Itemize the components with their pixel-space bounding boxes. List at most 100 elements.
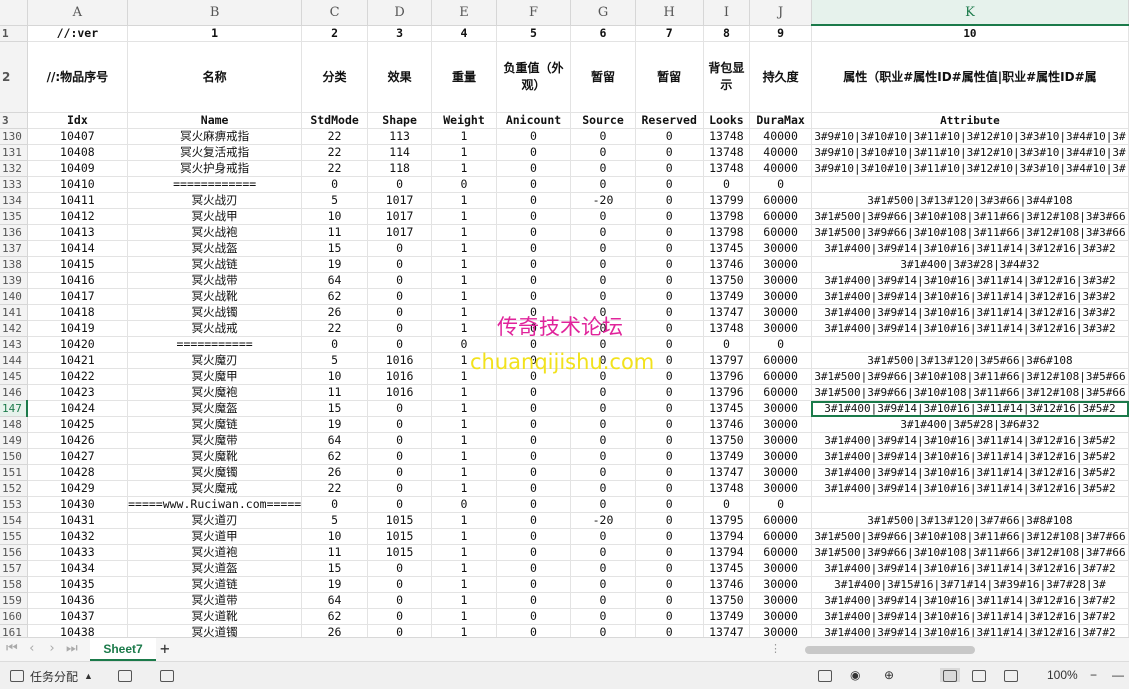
cell-g[interactable]: 0 [570, 240, 636, 257]
table-view-icon[interactable] [818, 668, 832, 682]
cell-e[interactable]: 0 [431, 176, 497, 193]
cell-f[interactable]: 0 [496, 144, 572, 161]
cell-h[interactable]: 0 [635, 144, 704, 161]
cell-d[interactable]: 0 [367, 304, 433, 321]
cell-g[interactable]: 0 [570, 544, 636, 561]
cell-k[interactable]: 3#1#500|3#9#66|3#10#108|3#11#66|3#12#108… [811, 368, 1129, 385]
cell-i[interactable]: 13750 [703, 272, 751, 289]
cell-d[interactable]: 114 [367, 144, 433, 161]
cell-f[interactable]: 0 [496, 256, 572, 273]
cell-a[interactable]: 10413 [27, 224, 129, 241]
first-sheet-icon[interactable]: ⏮ [6, 641, 18, 656]
cell-h[interactable]: 0 [635, 240, 704, 257]
cell-i[interactable]: 13794 [703, 544, 751, 561]
cell-b[interactable]: 冥火战甲 [127, 208, 303, 225]
cell-a[interactable]: 10437 [27, 608, 129, 625]
cell-c[interactable]: 64 [301, 432, 368, 449]
cell-h[interactable]: 0 [635, 384, 704, 401]
cell-g[interactable]: 0 [570, 528, 636, 545]
cell-h[interactable]: 0 [635, 304, 704, 321]
cell-f[interactable]: 0 [496, 240, 572, 257]
cell-c[interactable]: 22 [301, 480, 368, 497]
cell-b[interactable]: Name [127, 112, 303, 129]
cell-e[interactable]: 0 [431, 336, 497, 353]
cell-k[interactable]: 3#1#400|3#9#14|3#10#16|3#11#14|3#12#16|3… [811, 288, 1129, 305]
normal-view-icon[interactable] [940, 668, 960, 682]
cell-e[interactable]: 1 [431, 352, 497, 369]
cell-i[interactable]: 13748 [703, 320, 751, 337]
cell-j[interactable]: 30000 [749, 400, 812, 417]
cell-k[interactable]: 3#9#10|3#10#10|3#11#10|3#12#10|3#3#10|3#… [811, 128, 1129, 145]
row-header[interactable]: 2 [0, 41, 28, 113]
cell-i[interactable]: 0 [703, 336, 751, 353]
cell-b[interactable]: 冥火道刃 [127, 512, 303, 529]
cell-k[interactable]: 3#1#400|3#9#14|3#10#16|3#11#14|3#12#16|3… [811, 304, 1129, 321]
cell-e[interactable]: 1 [431, 208, 497, 225]
cell-h[interactable]: 0 [635, 336, 704, 353]
cell-a[interactable]: 10422 [27, 368, 129, 385]
cell-d[interactable]: 0 [367, 624, 433, 637]
cell-c[interactable]: 11 [301, 224, 368, 241]
cell-d[interactable]: 118 [367, 160, 433, 177]
row-header[interactable]: 140 [0, 288, 28, 305]
cell-k[interactable]: 3#1#400|3#9#14|3#10#16|3#11#14|3#12#16|3… [811, 592, 1129, 609]
horizontal-scrollbar[interactable] [805, 646, 975, 654]
cell-j[interactable]: 30000 [749, 608, 812, 625]
cell-f[interactable]: 0 [496, 304, 572, 321]
cell-e[interactable]: 1 [431, 448, 497, 465]
cell-e[interactable]: 0 [431, 496, 497, 513]
cell-j[interactable]: 60000 [749, 368, 812, 385]
cell-f[interactable]: 0 [496, 528, 572, 545]
cell-i[interactable]: 13798 [703, 208, 751, 225]
cell-e[interactable]: 1 [431, 240, 497, 257]
cell-i[interactable]: 13748 [703, 144, 751, 161]
cell-k[interactable]: 3#1#400|3#5#28|3#6#32 [811, 416, 1129, 433]
cell-j[interactable]: 40000 [749, 160, 812, 177]
cell-g[interactable]: 0 [570, 608, 636, 625]
cell-b[interactable]: 冥火魔袍 [127, 384, 303, 401]
zoom-slider[interactable]: — [1112, 668, 1124, 682]
cell-j[interactable]: 30000 [749, 464, 812, 481]
cell-c[interactable]: StdMode [301, 112, 368, 129]
row-header[interactable]: 158 [0, 576, 28, 593]
cell-k[interactable] [811, 336, 1129, 353]
cell-d[interactable]: 0 [367, 416, 433, 433]
cell-i[interactable]: 背包显示 [703, 41, 751, 113]
cell-a[interactable]: 10412 [27, 208, 129, 225]
cell-e[interactable]: 1 [431, 128, 497, 145]
sheet-tab-active[interactable]: Sheet7 [90, 638, 156, 661]
row-header[interactable]: 153 [0, 496, 28, 513]
row-header[interactable]: 159 [0, 592, 28, 609]
cell-i[interactable]: 13797 [703, 352, 751, 369]
row-header[interactable]: 156 [0, 544, 28, 561]
row-header[interactable]: 155 [0, 528, 28, 545]
cell-f[interactable]: 0 [496, 352, 572, 369]
column-header-k[interactable]: K [811, 0, 1129, 26]
cell-g[interactable]: 0 [570, 464, 636, 481]
cell-a[interactable]: 10417 [27, 288, 129, 305]
cell-k[interactable] [811, 496, 1129, 513]
row-header[interactable]: 139 [0, 272, 28, 289]
cell-d[interactable]: 1015 [367, 544, 433, 561]
cell-a[interactable]: 10428 [27, 464, 129, 481]
cell-a[interactable]: 10408 [27, 144, 129, 161]
cell-k[interactable]: 3#1#400|3#9#14|3#10#16|3#11#14|3#12#16|3… [811, 272, 1129, 289]
cell-b[interactable]: 冥火魔甲 [127, 368, 303, 385]
cell-g[interactable]: 0 [570, 160, 636, 177]
next-sheet-icon[interactable]: › [48, 641, 56, 656]
cell-h[interactable]: 0 [635, 560, 704, 577]
row-header[interactable]: 130 [0, 128, 28, 145]
cell-e[interactable]: 1 [431, 272, 497, 289]
cell-b[interactable]: 冥火护身戒指 [127, 160, 303, 177]
cell-d[interactable]: 0 [367, 320, 433, 337]
cell-i[interactable]: 13749 [703, 288, 751, 305]
cell-d[interactable]: 0 [367, 288, 433, 305]
cell-k[interactable]: 3#1#400|3#9#14|3#10#16|3#11#14|3#12#16|3… [811, 624, 1129, 637]
cell-g[interactable]: 0 [570, 208, 636, 225]
cell-d[interactable]: 1016 [367, 384, 433, 401]
column-header-b[interactable]: B [127, 0, 303, 26]
cell-j[interactable]: 30000 [749, 576, 812, 593]
column-header-e[interactable]: E [431, 0, 497, 26]
cell-k[interactable]: 3#1#500|3#13#120|3#7#66|3#8#108 [811, 512, 1129, 529]
cell-b[interactable]: 冥火战盔 [127, 240, 303, 257]
